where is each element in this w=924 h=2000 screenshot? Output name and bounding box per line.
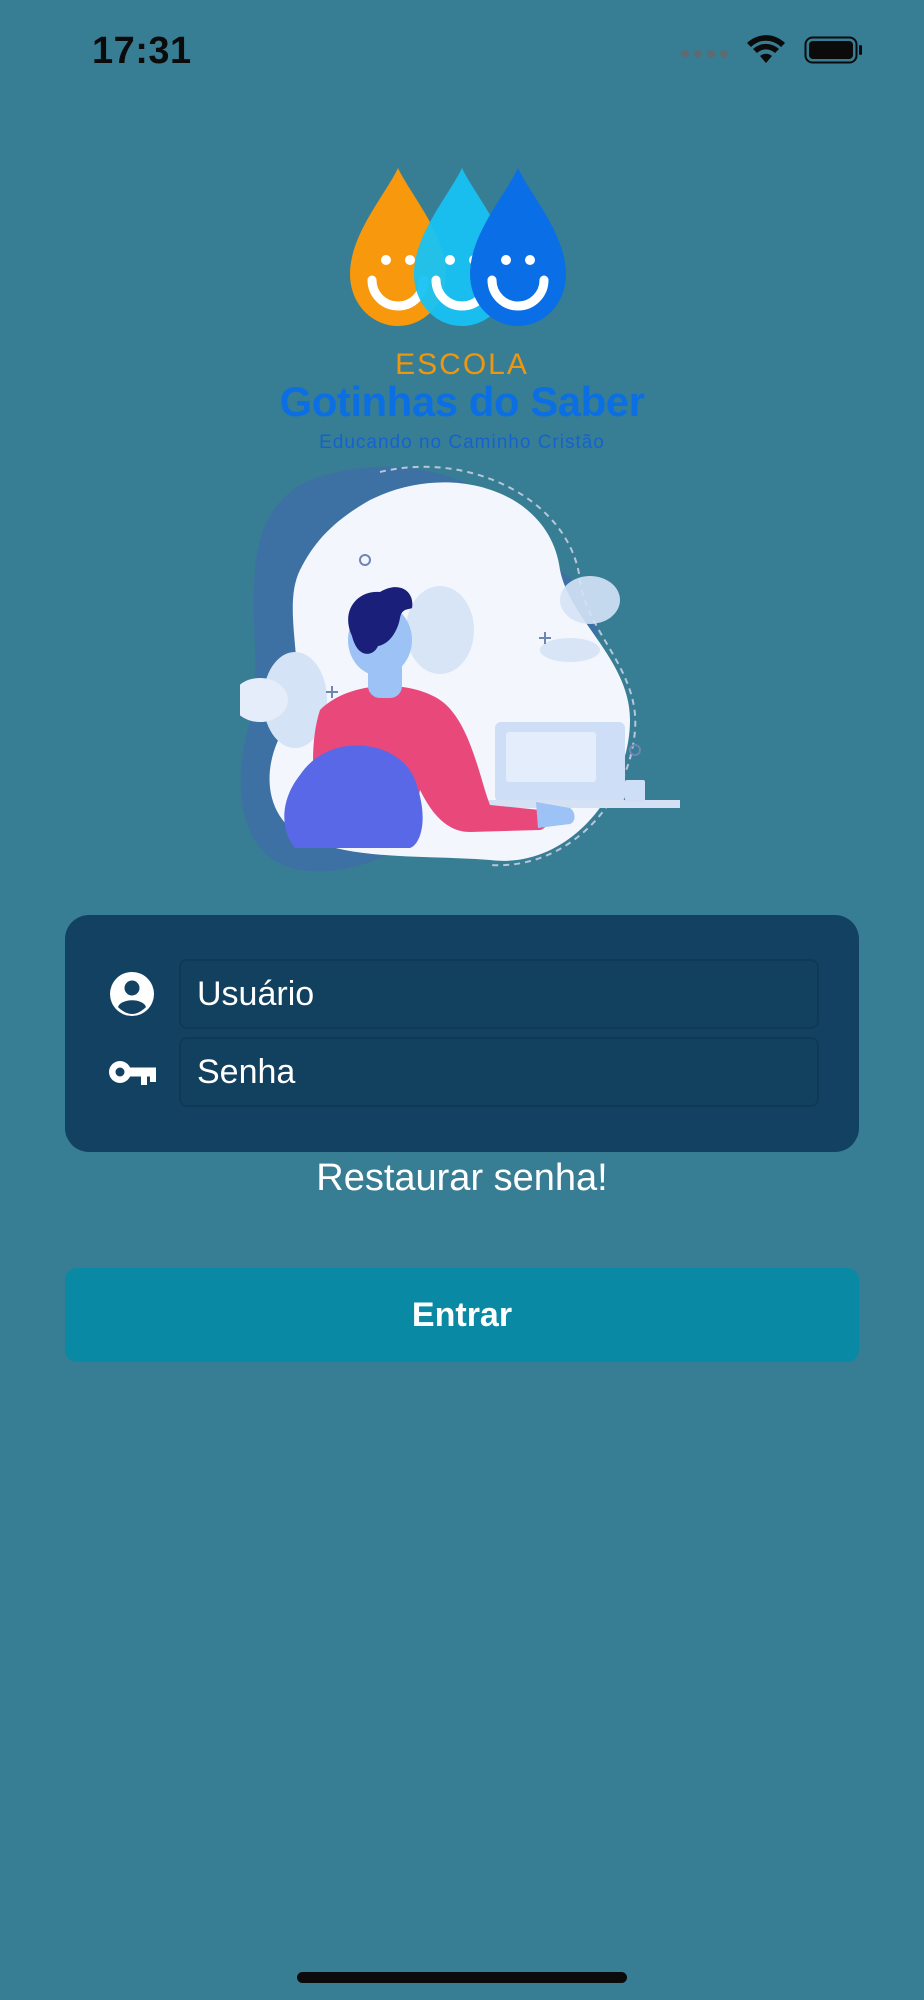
home-indicator — [297, 1972, 627, 1983]
user-circle-icon — [107, 969, 157, 1019]
logo-escola-text: ESCOLA — [395, 348, 529, 381]
water-drops-logo-icon — [350, 168, 566, 326]
status-icons — [681, 35, 864, 65]
battery-icon — [804, 36, 862, 64]
password-field-row — [107, 1037, 819, 1107]
login-card — [65, 915, 859, 1152]
school-logo: ESCOLA Gotinhas do Saber Educando no Cam… — [220, 150, 704, 460]
person-at-computer-illustration — [240, 465, 680, 872]
cellular-signal-icon — [681, 50, 728, 58]
logo-school-name: Gotinhas do Saber — [279, 378, 645, 425]
status-time: 17:31 — [92, 30, 192, 72]
username-input[interactable] — [179, 959, 819, 1029]
user-field-row — [107, 959, 819, 1029]
status-bar: 17:31 — [0, 0, 924, 110]
restore-password-link[interactable]: Restaurar senha! — [0, 1157, 924, 1200]
enter-button[interactable]: Entrar — [65, 1268, 859, 1362]
logo-tagline: Educando no Caminho Cristão — [319, 432, 605, 453]
key-icon — [107, 1047, 157, 1097]
password-input[interactable] — [179, 1037, 819, 1107]
wifi-icon — [747, 35, 785, 63]
